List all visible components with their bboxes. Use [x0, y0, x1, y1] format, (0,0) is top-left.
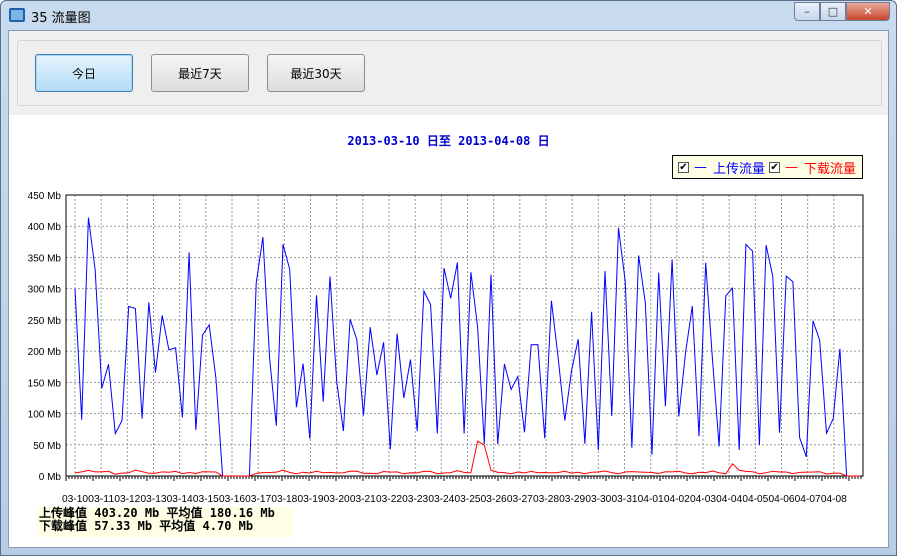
last-30-days-button[interactable]: 最近30天	[267, 54, 365, 92]
x-tick-label: 03-23	[402, 493, 428, 505]
x-tick-label: 03-12	[114, 493, 140, 505]
window-title: 35 流量图	[31, 11, 91, 26]
title-bar[interactable]: 35 流量图 – □ ✕	[1, 1, 896, 29]
download-avg-label: 平均值	[159, 519, 196, 533]
traffic-chart: 0 Mb 50 Mb 100 Mb 150 Mb 200 Mb 250 Mb 300 Mb 3…	[9, 115, 888, 547]
y-tick-label: 300 Mb	[28, 285, 62, 296]
close-button[interactable]: ✕	[846, 2, 890, 21]
x-tick-label: 03-13	[141, 493, 167, 505]
x-tick-label: 03-25	[455, 493, 481, 505]
x-tick-label: 03-18	[271, 493, 297, 505]
chart-title: 2013-03-10 日至 2013-04-08 日	[347, 134, 550, 148]
chart-plot: 0 Mb 50 Mb 100 Mb 150 Mb 200 Mb 250 Mb 300 Mb 3…	[28, 191, 864, 505]
download-peak-label: 下载峰值	[39, 519, 88, 533]
y-tick-label: 150 Mb	[28, 378, 62, 389]
y-tick-label: 100 Mb	[28, 410, 62, 421]
download-legend-label: 下载流量	[804, 161, 857, 177]
y-tick-label: 250 Mb	[28, 316, 62, 327]
download-checkbox[interactable]: ✔	[769, 161, 781, 173]
x-tick-label: 03-14	[167, 493, 193, 505]
x-tick-label: 03-11	[88, 493, 114, 505]
x-tick-label: 03-10	[62, 493, 88, 505]
upload-avg-label: 平均值	[166, 506, 203, 520]
upload-legend-label: 上传流量	[713, 161, 766, 177]
x-tick-label: 03-20	[324, 493, 350, 505]
upload-checkbox[interactable]: ✔	[678, 161, 689, 173]
x-tick-label: 03-28	[533, 493, 559, 505]
last-7-days-button[interactable]: 最近7天	[151, 54, 249, 92]
x-tick-label: 03-30	[585, 493, 611, 505]
x-tick-label: 04-08	[821, 493, 847, 505]
maximize-button[interactable]: □	[820, 2, 846, 21]
range-button-panel: 今日 最近7天 最近30天	[17, 40, 882, 106]
x-tick-label: 03-17	[245, 493, 271, 505]
upload-peak-label: 上传峰值	[39, 506, 88, 520]
x-tick-label: 03-22	[376, 493, 402, 505]
x-tick-label: 03-26	[481, 493, 507, 505]
y-tick-label: 400 Mb	[28, 222, 62, 233]
x-tick-label: 04-01	[638, 493, 664, 505]
chart-legend: ✔ — 上传流量 ✔ — 下载流量	[672, 155, 863, 179]
minimize-button[interactable]: –	[794, 2, 820, 21]
x-tick-label: 03-15	[193, 493, 219, 505]
x-tick-label: 04-03	[690, 493, 716, 505]
x-tick-label: 04-04	[716, 493, 742, 505]
upload-avg-value: 180.16 Mb	[209, 506, 275, 520]
x-tick-label: 04-05	[742, 493, 768, 505]
x-tick-label: 03-16	[219, 493, 245, 505]
download-line-swatch: —	[785, 159, 799, 175]
traffic-stats: 上传峰值 403.20 Mb 平均值 180.16 Mb 下载峰值 57.33 …	[37, 507, 293, 537]
y-tick-label: 200 Mb	[28, 347, 62, 358]
x-tick-label: 03-29	[559, 493, 585, 505]
client-area: 今日 最近7天 最近30天 0 Mb 50 Mb 100 Mb 150 Mb 200 M…	[8, 30, 889, 548]
window: 35 流量图 – □ ✕ 今日 最近7天 最近30天 0 Mb 50 Mb 100 …	[0, 0, 897, 556]
x-tick-label: 04-06	[769, 493, 795, 505]
y-tick-label: 0 Mb	[39, 472, 62, 483]
y-tick-label: 450 Mb	[28, 191, 62, 202]
today-button[interactable]: 今日	[35, 54, 133, 92]
x-tick-label: 04-07	[795, 493, 821, 505]
download-peak-value: 57.33 Mb	[94, 519, 153, 533]
x-tick-label: 04-02	[664, 493, 690, 505]
x-tick-label: 03-27	[507, 493, 533, 505]
y-tick-label: 50 Mb	[33, 441, 61, 452]
app-icon	[9, 8, 25, 22]
x-tick-label: 03-21	[350, 493, 376, 505]
x-tick-label: 03-19	[298, 493, 324, 505]
upload-line-swatch: —	[694, 159, 707, 175]
upload-peak-value: 403.20 Mb	[94, 506, 160, 520]
download-avg-value: 4.70 Mb	[202, 519, 254, 533]
y-tick-label: 350 Mb	[28, 253, 62, 264]
download-series-line	[74, 440, 860, 477]
x-tick-label: 03-24	[428, 493, 454, 505]
x-tick-label: 03-31	[612, 493, 638, 505]
